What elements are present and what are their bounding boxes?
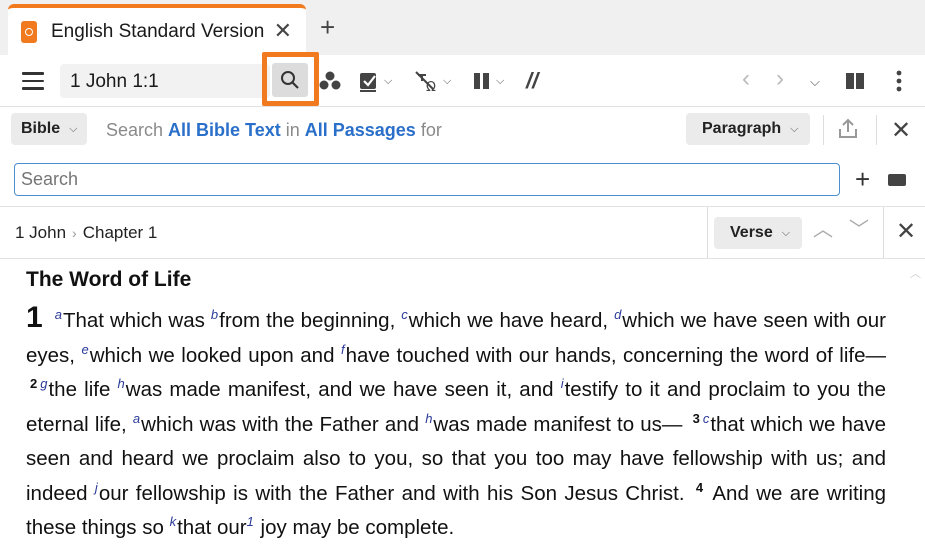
plus-icon[interactable]: + bbox=[320, 14, 335, 40]
chevron-down-icon: ⌵ bbox=[790, 122, 799, 135]
toolbar: 1 John 1:1 ⌵ Ω ⌵ ⌵ // ‹ › ⌵ bbox=[0, 52, 925, 107]
checklist-button[interactable]: ⌵ bbox=[358, 68, 392, 94]
chevron-down-icon: ⌵ bbox=[443, 74, 452, 87]
passage-nav: 1 John › Chapter 1 Verse ⌵ ︿ ﹀ ✕ bbox=[0, 207, 925, 259]
share-svg bbox=[839, 118, 857, 138]
verse-text: that our bbox=[177, 516, 247, 539]
all-bible-text-link[interactable]: All Bible Text bbox=[168, 120, 281, 140]
close-icon[interactable]: ✕ bbox=[896, 220, 916, 244]
footnote-marker[interactable]: d bbox=[614, 307, 621, 322]
verse-text: our fellowship is with the Father and wi… bbox=[98, 481, 692, 505]
bible-scope-label: Bible bbox=[21, 120, 61, 137]
verse-number: 2 bbox=[30, 376, 38, 392]
esv-book-icon bbox=[21, 20, 37, 43]
verse-text: which was with the Father and bbox=[141, 412, 426, 436]
chevron-right-icon[interactable]: › bbox=[776, 67, 784, 91]
bible-scope-button[interactable]: Bible ⌵ bbox=[11, 113, 88, 145]
share-icon[interactable] bbox=[836, 117, 860, 146]
breadcrumb-chapter[interactable]: Chapter 1 bbox=[83, 223, 158, 242]
verse-text: That which was bbox=[62, 309, 211, 332]
verse-text: was made manifest to us— bbox=[433, 412, 689, 436]
tab-title: English Standard Version bbox=[51, 20, 265, 42]
footnote-marker[interactable]: h bbox=[425, 411, 432, 426]
dots-cluster-icon bbox=[319, 71, 341, 90]
chevron-down-icon[interactable]: ﹀ bbox=[849, 220, 869, 240]
close-icon[interactable]: ✕ bbox=[274, 20, 292, 42]
chevron-down-icon: ⌵ bbox=[384, 74, 393, 87]
tab-esv[interactable]: English Standard Version ✕ bbox=[8, 4, 306, 55]
search-panel: Bible ⌵ Search All Bible Text in All Pas… bbox=[0, 107, 925, 207]
verse-number: 4 bbox=[695, 479, 704, 495]
divider bbox=[883, 207, 884, 259]
visual-filter-button[interactable] bbox=[319, 68, 341, 94]
divider bbox=[876, 115, 877, 145]
footnote-marker[interactable]: c bbox=[401, 307, 408, 322]
paragraph-view-label: Paragraph bbox=[702, 120, 782, 137]
verse-text: from the beginning, bbox=[219, 309, 402, 332]
passage-text: 1 aThat which was bfrom the beginning, c… bbox=[26, 301, 886, 546]
tab-strip: English Standard Version ✕ + bbox=[0, 0, 925, 55]
double-slash-icon[interactable]: // bbox=[526, 68, 538, 94]
footnote-marker[interactable]: f bbox=[341, 342, 345, 357]
chevron-down-icon[interactable]: ⌵ bbox=[810, 75, 820, 88]
footnote-marker[interactable]: 1 bbox=[247, 514, 254, 529]
section-heading: The Word of Life bbox=[26, 268, 192, 291]
search-input[interactable] bbox=[14, 163, 840, 196]
breadcrumb-book[interactable]: 1 John bbox=[15, 223, 66, 242]
verse-text: which we looked upon and bbox=[89, 343, 341, 367]
footnote-marker[interactable]: a bbox=[55, 307, 62, 322]
verse-text: the life bbox=[48, 378, 118, 401]
hamburger-icon[interactable] bbox=[22, 72, 44, 90]
footnote-marker[interactable]: e bbox=[81, 342, 88, 357]
verse-mode-button[interactable]: Verse ⌵ bbox=[714, 217, 803, 249]
verse-mode-label: Verse bbox=[730, 224, 773, 241]
footnote-marker[interactable]: j bbox=[95, 480, 98, 495]
divider bbox=[707, 207, 708, 259]
paragraph-view-button[interactable]: Paragraph ⌵ bbox=[686, 113, 811, 145]
desc-in: in bbox=[280, 120, 305, 140]
verse-number: 3 bbox=[692, 410, 700, 426]
reference-input[interactable]: 1 John 1:1 bbox=[60, 64, 270, 98]
breadcrumb-separator: › bbox=[72, 225, 77, 241]
verse-text: was made manifest, and we have seen it, … bbox=[125, 378, 561, 401]
checkbox-icon bbox=[360, 73, 376, 92]
interlinear-icon: Ω bbox=[415, 71, 436, 93]
vertical-dots-icon[interactable] bbox=[896, 68, 902, 94]
footnote-marker[interactable]: k bbox=[170, 514, 177, 529]
columns-icon bbox=[474, 73, 489, 89]
search-description: Search All Bible Text in All Passages fo… bbox=[106, 120, 442, 141]
footnote-marker[interactable]: b bbox=[211, 307, 218, 322]
chevron-down-icon: ⌵ bbox=[496, 74, 505, 87]
verse-text: joy may be complete. bbox=[254, 516, 455, 539]
footnote-marker[interactable]: g bbox=[40, 376, 47, 391]
vertical-dots-svg bbox=[896, 70, 902, 92]
svg-text:Ω: Ω bbox=[426, 80, 436, 93]
chevron-left-icon[interactable]: ‹ bbox=[742, 67, 750, 91]
verse-text: have touched with our hands, concerning … bbox=[345, 343, 886, 367]
close-icon[interactable]: ✕ bbox=[891, 119, 911, 143]
interlinear-button[interactable]: Ω ⌵ bbox=[413, 68, 451, 94]
plus-icon[interactable]: + bbox=[855, 166, 870, 192]
footnote-marker[interactable]: i bbox=[561, 376, 564, 391]
split-view-icon[interactable] bbox=[845, 68, 865, 94]
footnote-marker[interactable]: h bbox=[118, 376, 125, 391]
split-view-svg bbox=[846, 73, 864, 89]
footnote-marker[interactable]: c bbox=[703, 411, 710, 426]
chevron-down-icon: ⌵ bbox=[69, 122, 78, 135]
divider bbox=[823, 115, 824, 145]
chapter-number: 1 bbox=[26, 301, 43, 334]
parallel-button[interactable]: ⌵ bbox=[472, 68, 504, 94]
verse-text: which we have heard, bbox=[408, 309, 615, 332]
chevron-down-icon: ⌵ bbox=[781, 226, 791, 239]
chevron-up-icon[interactable]: ︿ bbox=[813, 220, 833, 240]
keyboard-icon[interactable] bbox=[888, 174, 906, 186]
all-passages-link[interactable]: All Passages bbox=[305, 120, 416, 140]
footnote-marker[interactable]: a bbox=[133, 411, 140, 426]
passage-content: The Word of Life 1 aThat which was bfrom… bbox=[0, 259, 925, 553]
desc-prefix: Search bbox=[106, 120, 169, 140]
scroll-up-icon[interactable]: ︿ bbox=[910, 265, 921, 281]
desc-for: for bbox=[415, 120, 442, 140]
breadcrumb: 1 John › Chapter 1 bbox=[15, 223, 157, 243]
search-button-highlight bbox=[262, 52, 319, 106]
